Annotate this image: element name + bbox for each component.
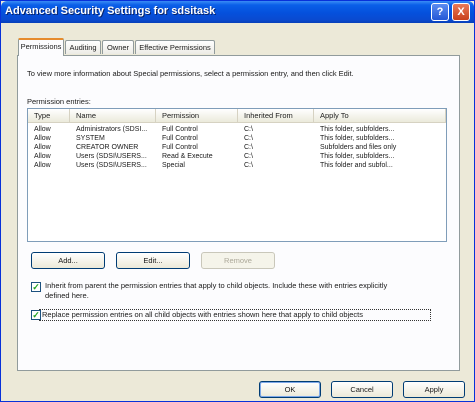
inherit-label-line1: Inherit from parent the permission entri… [45, 281, 388, 290]
cancel-button[interactable]: Cancel [331, 381, 393, 398]
column-header-inherited-from[interactable]: Inherited From [238, 109, 314, 123]
cell-apply-to: This folder and subfol... [320, 162, 393, 169]
cell-name: Administrators (SDSI... [76, 126, 148, 133]
tab-permissions[interactable]: Permissions [18, 38, 64, 56]
cell-name: Users (SDSI\USERS... [76, 162, 147, 169]
inherit-label-line2: defined here. [45, 291, 89, 300]
tab-auditing[interactable]: Auditing [65, 40, 101, 54]
column-header-type[interactable]: Type [28, 109, 70, 123]
title-bar[interactable]: Advanced Security Settings for sdsitask … [1, 1, 474, 23]
cell-name: Users (SDSI\USERS... [76, 153, 147, 160]
column-header-apply-to[interactable]: Apply To [314, 109, 446, 123]
tab-effective-permissions[interactable]: Effective Permissions [135, 40, 215, 54]
list-header: Type Name Permission Inherited From Appl… [28, 109, 446, 123]
cell-apply-to: Subfolders and files only [320, 144, 397, 151]
cell-type: Allow [34, 153, 51, 160]
table-row[interactable]: Allow Users (SDSI\USERS... Special C:\ T… [28, 161, 446, 170]
table-row[interactable]: Allow Administrators (SDSI... Full Contr… [28, 125, 446, 134]
window-title: Advanced Security Settings for sdsitask [5, 5, 216, 17]
remove-button[interactable]: Remove [201, 252, 275, 269]
permission-entries-label: Permission entries: [27, 97, 91, 106]
cell-apply-to: This folder, subfolders... [320, 126, 395, 133]
cell-type: Allow [34, 126, 51, 133]
replace-checkbox[interactable]: ✓ [31, 310, 41, 320]
help-button[interactable]: ? [431, 3, 449, 21]
inherit-checkbox[interactable]: ✓ [31, 282, 41, 292]
cell-type: Allow [34, 162, 51, 169]
cell-permission: Full Control [162, 126, 198, 133]
edit-button[interactable]: Edit... [116, 252, 190, 269]
tab-owner[interactable]: Owner [102, 40, 134, 54]
table-row[interactable]: Allow Users (SDSI\USERS... Read & Execut… [28, 152, 446, 161]
cell-permission: Full Control [162, 144, 198, 151]
table-row[interactable]: Allow CREATOR OWNER Full Control C:\ Sub… [28, 143, 446, 152]
ok-button[interactable]: OK [259, 381, 321, 398]
cell-permission: Special [162, 162, 185, 169]
cell-inherited-from: C:\ [244, 153, 253, 160]
cell-inherited-from: C:\ [244, 144, 253, 151]
intro-text: To view more information about Special p… [27, 69, 354, 78]
cell-permission: Full Control [162, 135, 198, 142]
column-header-permission[interactable]: Permission [156, 109, 238, 123]
cell-inherited-from: C:\ [244, 126, 253, 133]
cell-name: SYSTEM [76, 135, 105, 142]
cell-permission: Read & Execute [162, 153, 213, 160]
cell-apply-to: This folder, subfolders... [320, 135, 395, 142]
table-row[interactable]: Allow SYSTEM Full Control C:\ This folde… [28, 134, 446, 143]
permission-entries-list[interactable]: Type Name Permission Inherited From Appl… [27, 108, 447, 242]
advanced-security-dialog: Advanced Security Settings for sdsitask … [0, 0, 475, 402]
replace-label: Replace permission entries on all child … [42, 310, 364, 319]
cell-name: CREATOR OWNER [76, 144, 139, 151]
add-button[interactable]: Add... [31, 252, 105, 269]
cell-apply-to: This folder, subfolders... [320, 153, 395, 160]
cell-inherited-from: C:\ [244, 162, 253, 169]
column-header-name[interactable]: Name [70, 109, 156, 123]
cell-inherited-from: C:\ [244, 135, 253, 142]
cell-type: Allow [34, 135, 51, 142]
apply-button[interactable]: Apply [403, 381, 465, 398]
close-button[interactable]: X [452, 3, 470, 21]
cell-type: Allow [34, 144, 51, 151]
